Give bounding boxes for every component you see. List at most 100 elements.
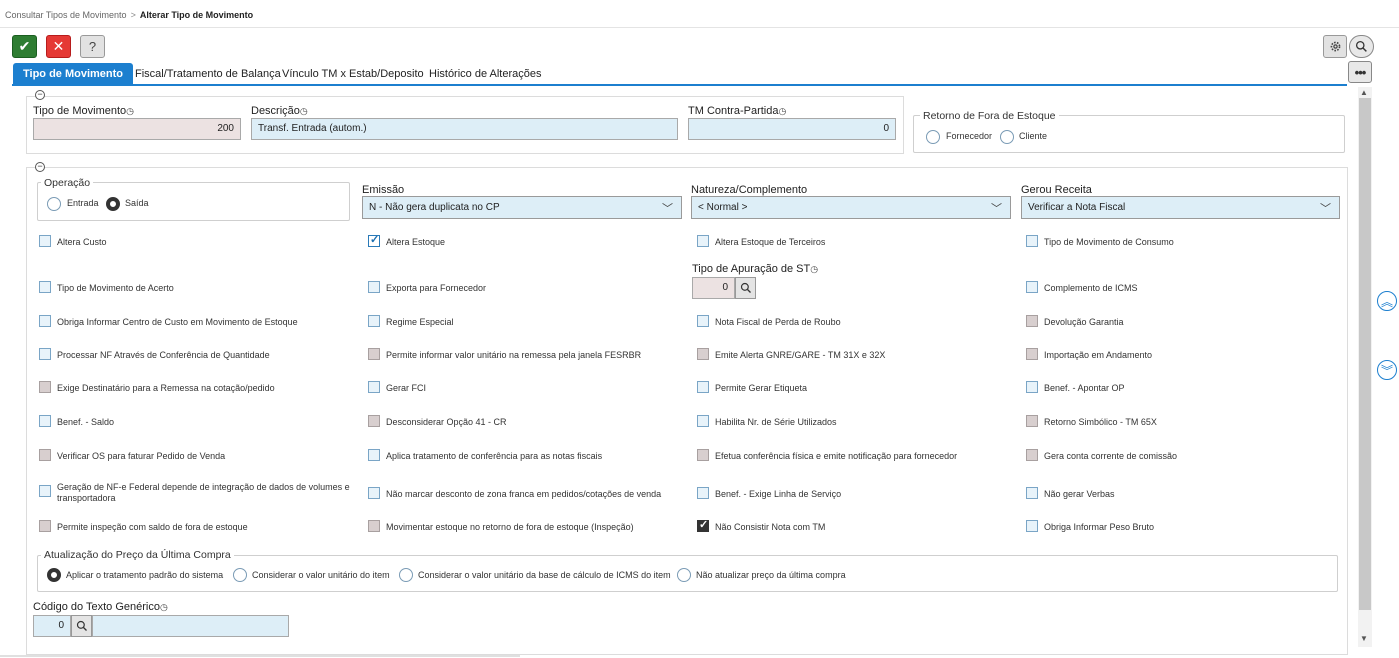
retorno-cliente-radio[interactable]	[1000, 130, 1014, 144]
retorno-fornecedor-label: Fornecedor	[946, 131, 993, 141]
confirm-button[interactable]: ✔	[12, 35, 37, 58]
exporta-fornecedor-checkbox[interactable]	[368, 281, 380, 293]
collapse-header-section[interactable]: −	[35, 90, 45, 100]
permite-valor-unitario-checkbox[interactable]	[368, 348, 380, 360]
tab-historico[interactable]: Histórico de Alterações	[429, 63, 542, 85]
gerar-fci-checkbox[interactable]	[368, 381, 380, 393]
permite-gerar-etiqueta-label: Permite Gerar Etiqueta	[715, 383, 808, 393]
gear-icon	[1330, 41, 1340, 52]
permite-inspecao-checkbox[interactable]	[39, 520, 51, 532]
habilita-nr-serie-checkbox[interactable]	[697, 415, 709, 427]
gerou-receita-label: Gerou Receita	[1021, 184, 1092, 196]
help-icon: ?	[88, 39, 97, 54]
exige-destinatario-label: Exige Destinatário para a Remessa na cot…	[57, 383, 275, 393]
search-icon	[740, 282, 751, 293]
efetua-conferencia-fisica-checkbox[interactable]	[697, 449, 709, 461]
obriga-peso-bruto-checkbox[interactable]	[1026, 520, 1038, 532]
benef-exige-linha-servico-checkbox[interactable]	[697, 487, 709, 499]
more-options-button[interactable]: •••	[1348, 61, 1372, 83]
operacao-saida-radio[interactable]	[106, 197, 120, 211]
bottom-divider	[0, 655, 520, 657]
check-icon: ✔	[18, 38, 31, 54]
nf-perda-roubo-checkbox[interactable]	[697, 315, 709, 327]
tm-contra-partida-field[interactable]: 0	[688, 118, 896, 140]
geracao-nfe-federal-checkbox[interactable]	[39, 485, 51, 497]
help-button[interactable]: ?	[80, 35, 105, 58]
obriga-centro-custo-checkbox[interactable]	[39, 315, 51, 327]
tm-consumo-checkbox[interactable]	[1026, 235, 1038, 247]
gerou-receita-select[interactable]: Verificar a Nota Fiscal ﹀	[1021, 196, 1340, 219]
retorno-fornecedor-radio[interactable]	[926, 130, 940, 144]
tipo-movimento-field[interactable]: 200	[33, 118, 241, 140]
search-button[interactable]	[1349, 35, 1374, 58]
atualizacao-base-icms-label: Considerar o valor unitário da base de c…	[418, 570, 671, 580]
desconsiderar-opcao-41-checkbox[interactable]	[368, 415, 380, 427]
benef-saldo-checkbox[interactable]	[39, 415, 51, 427]
atualizacao-base-icms-radio[interactable]	[399, 568, 413, 582]
apuracao-st-field[interactable]: 0	[692, 277, 735, 299]
apuracao-st-search-button[interactable]	[735, 277, 756, 299]
tab-vinculo[interactable]: Vínculo TM x Estab/Deposito	[282, 63, 424, 85]
scroll-top-button[interactable]: ︽	[1377, 291, 1397, 311]
descricao-field[interactable]: Transf. Entrada (autom.)	[251, 118, 678, 140]
tab-tipo-movimento[interactable]: Tipo de Movimento	[13, 63, 134, 85]
breadcrumb: Consultar Tipos de Movimento > Alterar Tip…	[5, 10, 253, 20]
natureza-select[interactable]: < Normal > ﹀	[691, 196, 1011, 219]
verificar-os-checkbox[interactable]	[39, 449, 51, 461]
emissao-select[interactable]: N - Não gera duplicata no CP ﹀	[362, 196, 682, 219]
scroll-down-icon[interactable]: ▼	[1360, 634, 1368, 643]
processar-nf-conferencia-checkbox[interactable]	[39, 348, 51, 360]
regime-especial-checkbox[interactable]	[368, 315, 380, 327]
altera-estoque-label: Altera Estoque	[386, 237, 446, 247]
breadcrumb-parent[interactable]: Consultar Tipos de Movimento	[5, 10, 127, 20]
permite-gerar-etiqueta-checkbox[interactable]	[697, 381, 709, 393]
benef-apontar-op-checkbox[interactable]	[1026, 381, 1038, 393]
texto-generico-code-field[interactable]: 0	[33, 615, 71, 637]
scrollbar-thumb[interactable]	[1359, 98, 1371, 610]
scroll-up-icon[interactable]: ▲	[1360, 88, 1368, 97]
retorno-simbolico-checkbox[interactable]	[1026, 415, 1038, 427]
settings-button[interactable]	[1323, 35, 1347, 58]
emissao-value: N - Não gera duplicata no CP	[369, 202, 500, 213]
altera-estoque-checkbox[interactable]	[368, 233, 380, 247]
movimentar-estoque-retorno-checkbox[interactable]	[368, 520, 380, 532]
devolucao-garantia-checkbox[interactable]	[1026, 315, 1038, 327]
altera-custo-label: Altera Custo	[57, 237, 107, 247]
operacao-entrada-label: Entrada	[67, 198, 99, 208]
tab-fiscal[interactable]: Fiscal/Tratamento de Balança	[135, 63, 281, 85]
complemento-icms-label: Complemento de ICMS	[1044, 283, 1138, 293]
nao-marcar-desconto-checkbox[interactable]	[368, 487, 380, 499]
apuracao-st-note-icon: ◷	[810, 264, 819, 274]
efetua-conferencia-fisica-label: Efetua conferência física e emite notifi…	[715, 451, 958, 461]
atualizacao-padrao-radio[interactable]	[47, 568, 61, 582]
cancel-button[interactable]: ✕	[46, 35, 71, 58]
tm-contra-partida-note-icon: ◷	[778, 106, 787, 116]
benef-saldo-label: Benef. - Saldo	[57, 417, 115, 427]
chevron-down-icon: ﹀	[991, 203, 1002, 215]
exporta-fornecedor-label: Exporta para Fornecedor	[386, 283, 487, 293]
texto-generico-description-field[interactable]	[92, 615, 289, 637]
natureza-label: Natureza/Complemento	[691, 184, 808, 196]
double-chevron-up-icon: ︽	[1380, 294, 1393, 309]
nao-consistir-nota-checkbox[interactable]	[697, 518, 709, 532]
emite-alerta-gnre-checkbox[interactable]	[697, 348, 709, 360]
operacao-entrada-radio[interactable]	[47, 197, 61, 211]
collapse-details-section[interactable]: −	[35, 162, 45, 172]
altera-custo-checkbox[interactable]	[39, 235, 51, 247]
nao-gerar-verbas-checkbox[interactable]	[1026, 487, 1038, 499]
aplica-tratamento-conferencia-checkbox[interactable]	[368, 449, 380, 461]
gera-conta-corrente-checkbox[interactable]	[1026, 449, 1038, 461]
atualizacao-nao-atualizar-radio[interactable]	[677, 568, 691, 582]
retorno-simbolico-label: Retorno Simbólico - TM 65X	[1044, 417, 1157, 427]
texto-generico-search-button[interactable]	[71, 615, 92, 637]
altera-estoque-terceiros-label: Altera Estoque de Terceiros	[715, 237, 826, 247]
gera-conta-corrente-label: Gera conta corrente de comissão	[1044, 451, 1178, 461]
importacao-andamento-checkbox[interactable]	[1026, 348, 1038, 360]
exige-destinatario-checkbox[interactable]	[39, 381, 51, 393]
atualizacao-valor-unitario-radio[interactable]	[233, 568, 247, 582]
scroll-bottom-button[interactable]: ︾	[1377, 360, 1397, 380]
permite-valor-unitario-label: Permite informar valor unitário na remes…	[386, 350, 642, 360]
altera-estoque-terceiros-checkbox[interactable]	[697, 235, 709, 247]
complemento-icms-checkbox[interactable]	[1026, 281, 1038, 293]
tm-acerto-checkbox[interactable]	[39, 281, 51, 293]
